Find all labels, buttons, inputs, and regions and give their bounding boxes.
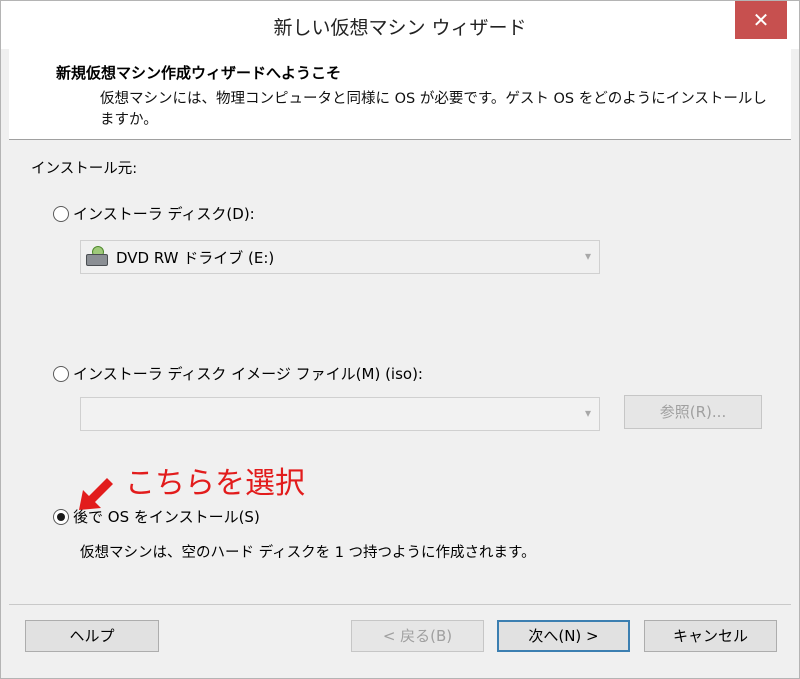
next-button[interactable]: 次へ(N) > — [497, 620, 630, 652]
radio-label: インストーラ ディスク(D): — [73, 205, 255, 223]
radio-label: インストーラ ディスク イメージ ファイル(M) (iso): — [73, 365, 423, 383]
footer-divider — [9, 604, 791, 605]
dvd-drive-icon — [86, 246, 110, 268]
install-source-label: インストール元: — [31, 161, 138, 177]
wizard-window: 新しい仮想マシン ウィザード ✕ 新規仮想マシン作成ウィザードへようこそ 仮想マ… — [0, 0, 800, 679]
radio-label: 後で OS をインストール(S) — [73, 508, 260, 526]
radio-circle — [53, 205, 69, 222]
close-icon: ✕ — [752, 8, 770, 32]
radio-circle-checked — [53, 508, 69, 525]
help-button[interactable]: ヘルプ — [25, 620, 159, 652]
header-title: 新規仮想マシン作成ウィザードへようこそ — [56, 64, 342, 82]
annotation-text: こちらを選択 — [125, 466, 305, 501]
disc-drive-value: DVD RW ドライブ (E:) — [116, 248, 275, 267]
disc-drive-select[interactable]: DVD RW ドライブ (E:) ▾ — [80, 240, 600, 274]
iso-path-input[interactable]: ▾ — [80, 397, 600, 431]
close-button[interactable]: ✕ — [735, 1, 787, 39]
header-description: 仮想マシンには、物理コンピュータと同様に OS が必要です。ゲスト OS をどの… — [100, 91, 767, 128]
radio-install-later[interactable]: 後で OS をインストール(S) — [53, 506, 260, 527]
chevron-down-icon: ▾ — [584, 249, 591, 263]
window-title: 新しい仮想マシン ウィザード — [273, 17, 527, 39]
cancel-button[interactable]: キャンセル — [644, 620, 777, 652]
chevron-down-icon: ▾ — [584, 406, 591, 420]
radio-installer-disc[interactable]: インストーラ ディスク(D): — [53, 203, 255, 224]
title-bar: 新しい仮想マシン ウィザード ✕ — [1, 1, 799, 49]
wizard-header: 新規仮想マシン作成ウィザードへようこそ 仮想マシンには、物理コンピュータと同様に… — [9, 49, 791, 140]
radio-disc-image[interactable]: インストーラ ディスク イメージ ファイル(M) (iso): — [53, 363, 423, 384]
annotation-arrow-icon — [79, 478, 113, 510]
radio-circle — [53, 365, 69, 382]
browse-button[interactable]: 参照(R)... — [624, 395, 762, 429]
install-later-description: 仮想マシンは、空のハード ディスクを 1 つ持つように作成されます。 — [80, 545, 536, 561]
back-button[interactable]: < 戻る(B) — [351, 620, 484, 652]
